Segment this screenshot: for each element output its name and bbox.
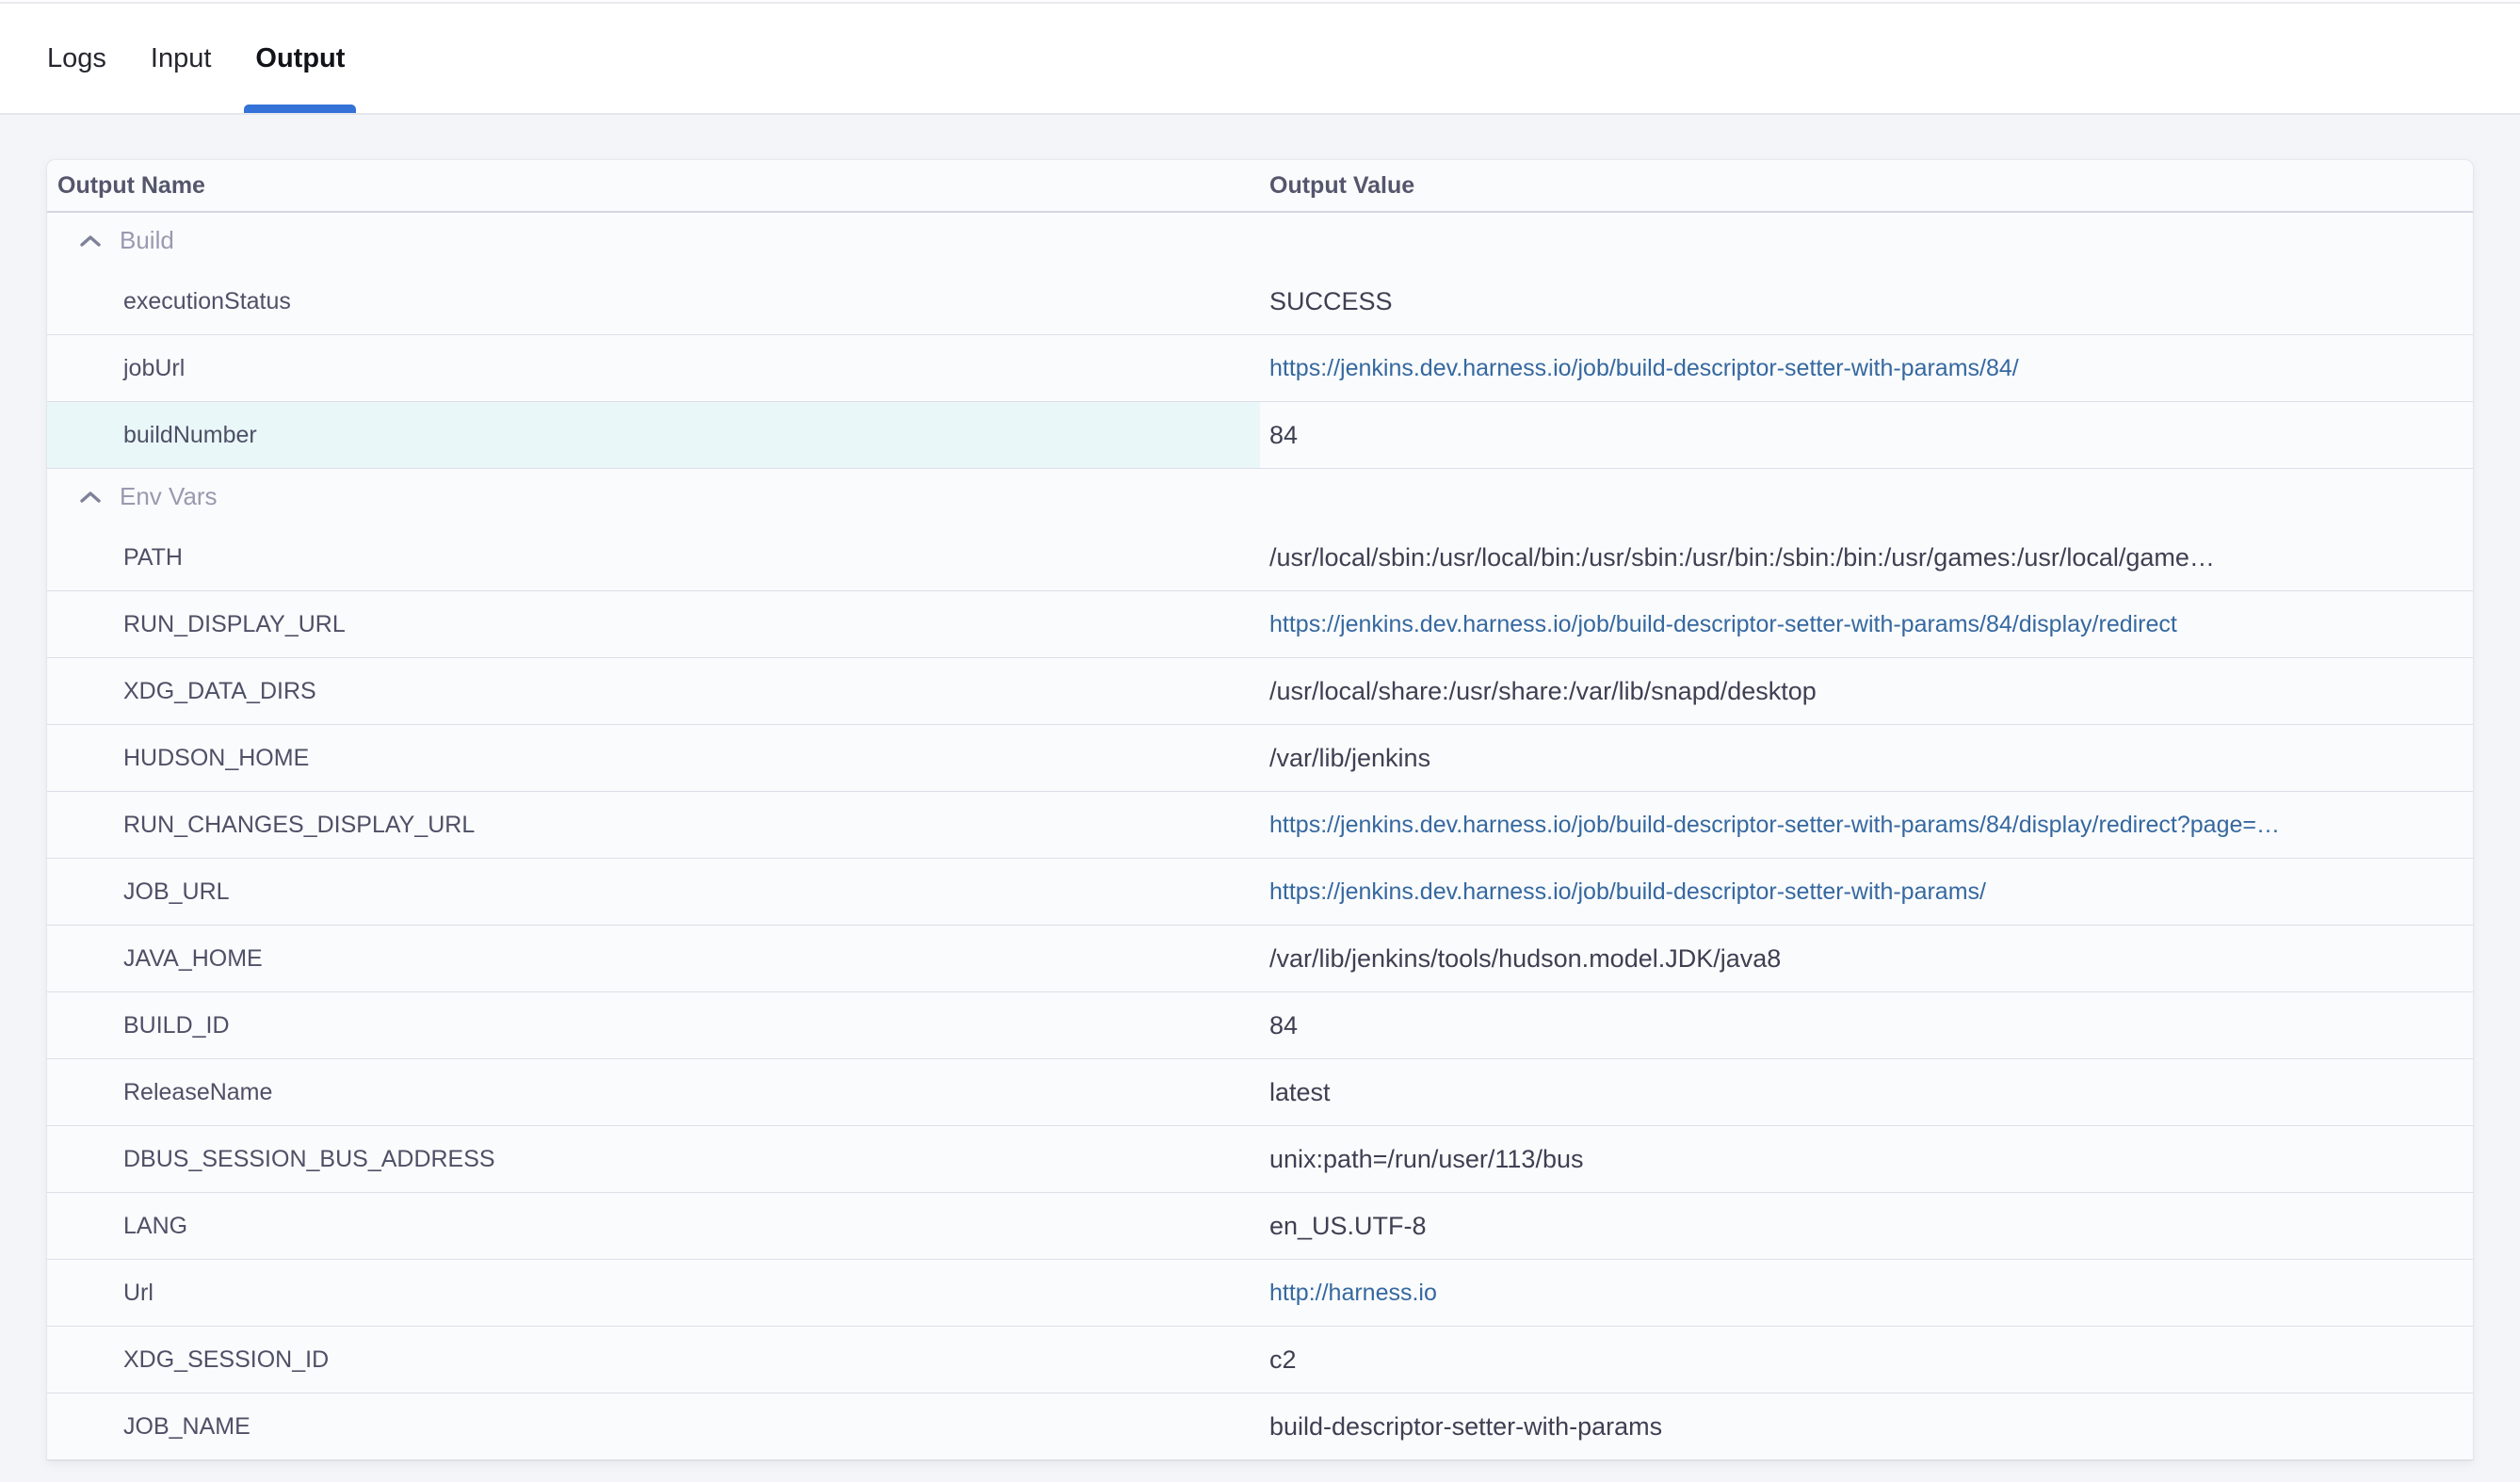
- row-name: LANG: [47, 1193, 1260, 1259]
- row-name: RUN_DISPLAY_URL: [47, 591, 1260, 657]
- group-label: Build: [120, 226, 174, 255]
- table-row-joburl: jobUrl https://jenkins.dev.harness.io/job…: [47, 335, 2473, 402]
- value-text: build-descriptor-setter-with-params: [1269, 1412, 1662, 1442]
- row-value: /var/lib/jenkins/tools/hudson.model.JDK/…: [1260, 926, 2473, 991]
- output-panel: Output Name Output Value Build executionS…: [0, 115, 2520, 1460]
- row-name: buildNumber: [47, 402, 1260, 468]
- table-row-buildnumber: buildNumber 84: [47, 402, 2473, 469]
- tab-input-label: Input: [151, 43, 212, 74]
- tab-logs[interactable]: Logs: [47, 4, 106, 113]
- value-text: 84: [1269, 1011, 1298, 1040]
- value-link[interactable]: https://jenkins.dev.harness.io/job/build…: [1269, 611, 2177, 638]
- row-name: HUDSON_HOME: [47, 725, 1260, 791]
- row-name: BUILD_ID: [47, 992, 1260, 1058]
- chevron-up-icon: [79, 234, 102, 248]
- value-text: /var/lib/jenkins: [1269, 744, 1430, 773]
- row-value: 84: [1260, 992, 2473, 1058]
- row-name: RUN_CHANGES_DISPLAY_URL: [47, 792, 1260, 858]
- value-text: /usr/local/sbin:/usr/local/bin:/usr/sbin…: [1269, 543, 2215, 572]
- table-row-lang: LANG en_US.UTF-8: [47, 1193, 2473, 1260]
- table-row-java-home: JAVA_HOME/var/lib/jenkins/tools/hudson.m…: [47, 926, 2473, 992]
- row-value: latest: [1260, 1059, 2473, 1125]
- table-row-hudson-home: HUDSON_HOME/var/lib/jenkins: [47, 725, 2473, 792]
- table-row-dbus-session-bus-address: DBUS_SESSION_BUS_ADDRESS unix:path=/run/u…: [47, 1126, 2473, 1193]
- group-label: Env Vars: [120, 482, 218, 511]
- table-row-releasename: ReleaseName latest: [47, 1059, 2473, 1126]
- table-row-run-display-url: RUN_DISPLAY_URL https://jenkins.dev.harne…: [47, 591, 2473, 658]
- row-value: /usr/local/sbin:/usr/local/bin:/usr/sbin…: [1260, 524, 2473, 590]
- chevron-up-icon: [79, 491, 102, 504]
- value-link[interactable]: https://jenkins.dev.harness.io/job/build…: [1269, 355, 2019, 382]
- value-link[interactable]: https://jenkins.dev.harness.io/job/build…: [1269, 812, 2280, 839]
- tab-logs-label: Logs: [47, 43, 106, 74]
- tab-output-label: Output: [255, 43, 345, 74]
- value-text: 84: [1269, 421, 1298, 450]
- row-name: JOB_URL: [47, 859, 1260, 925]
- row-name: JOB_NAME: [47, 1393, 1260, 1459]
- value-text: en_US.UTF-8: [1269, 1212, 1427, 1241]
- row-name: PATH: [47, 524, 1260, 590]
- table-row-job-url: JOB_URL https://jenkins.dev.harness.io/jo…: [47, 859, 2473, 926]
- tab-bar: Logs Input Output: [0, 4, 2520, 115]
- row-value: https://jenkins.dev.harness.io/job/build…: [1260, 335, 2473, 401]
- table-row-build-id: BUILD_ID 84: [47, 992, 2473, 1059]
- tab-output[interactable]: Output: [255, 4, 345, 113]
- row-name: JAVA_HOME: [47, 926, 1260, 991]
- value-text: SUCCESS: [1269, 287, 1393, 316]
- row-value: https://jenkins.dev.harness.io/job/build…: [1260, 792, 2473, 858]
- row-value: https://jenkins.dev.harness.io/job/build…: [1260, 859, 2473, 925]
- group-row-build[interactable]: Build: [47, 213, 2473, 268]
- value-text: c2: [1269, 1345, 1297, 1375]
- row-value: http://harness.io: [1260, 1260, 2473, 1326]
- row-name: XDG_SESSION_ID: [47, 1327, 1260, 1393]
- table-row-executionstatus: executionStatus SUCCESS: [47, 268, 2473, 335]
- table-row-xdg-data-dirs: XDG_DATA_DIRS/usr/local/share:/usr/share…: [47, 658, 2473, 725]
- value-text: /var/lib/jenkins/tools/hudson.model.JDK/…: [1269, 944, 1781, 974]
- row-value: build-descriptor-setter-with-params: [1260, 1393, 2473, 1459]
- row-value: SUCCESS: [1260, 268, 2473, 334]
- table-row-xdg-session-id: XDG_SESSION_ID c2: [47, 1327, 2473, 1393]
- value-text: /usr/local/share:/usr/share:/var/lib/sna…: [1269, 677, 1817, 706]
- table-row-job-name: JOB_NAME build-descriptor-setter-with-par…: [47, 1393, 2473, 1460]
- table-body: Build executionStatus SUCCESS jobUrl https:/…: [47, 213, 2473, 1460]
- row-value: en_US.UTF-8: [1260, 1193, 2473, 1259]
- row-value: https://jenkins.dev.harness.io/job/build…: [1260, 591, 2473, 657]
- row-name: executionStatus: [47, 268, 1260, 334]
- value-link[interactable]: http://harness.io: [1269, 1280, 1437, 1307]
- value-text: unix:path=/run/user/113/bus: [1269, 1145, 1583, 1174]
- row-name: DBUS_SESSION_BUS_ADDRESS: [47, 1126, 1260, 1192]
- row-value: /var/lib/jenkins: [1260, 725, 2473, 791]
- active-tab-indicator: [244, 105, 356, 113]
- row-value: c2: [1260, 1327, 2473, 1393]
- column-header-output-value: Output Value: [1260, 172, 2473, 200]
- row-name: ReleaseName: [47, 1059, 1260, 1125]
- row-name: XDG_DATA_DIRS: [47, 658, 1260, 724]
- table-row-path: PATH/usr/local/sbin:/usr/local/bin:/usr/…: [47, 524, 2473, 591]
- group-row-env-vars[interactable]: Env Vars: [47, 469, 2473, 524]
- output-table-card: Output Name Output Value Build executionS…: [47, 160, 2473, 1460]
- tab-input[interactable]: Input: [151, 4, 212, 113]
- table-row-run-changes-display-url: RUN_CHANGES_DISPLAY_URL https://jenkins.d…: [47, 792, 2473, 859]
- row-value: /usr/local/share:/usr/share:/var/lib/sna…: [1260, 658, 2473, 724]
- row-value: 84: [1260, 402, 2473, 468]
- value-link[interactable]: https://jenkins.dev.harness.io/job/build…: [1269, 878, 1986, 906]
- table-header: Output Name Output Value: [47, 160, 2473, 213]
- row-name: Url: [47, 1260, 1260, 1326]
- table-row-url: Url http://harness.io: [47, 1260, 2473, 1327]
- column-header-output-name: Output Name: [47, 172, 1260, 200]
- value-text: latest: [1269, 1078, 1331, 1107]
- row-name: jobUrl: [47, 335, 1260, 401]
- row-value: unix:path=/run/user/113/bus: [1260, 1126, 2473, 1192]
